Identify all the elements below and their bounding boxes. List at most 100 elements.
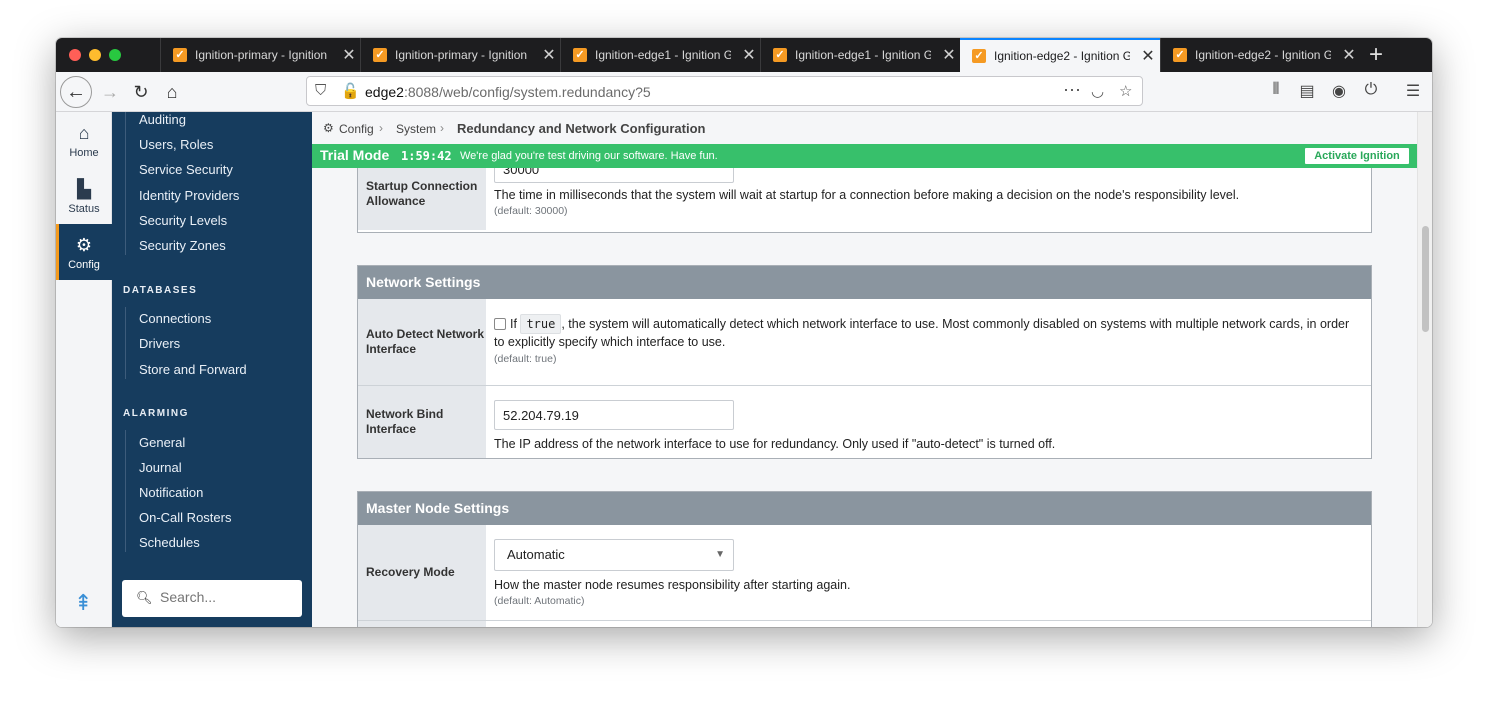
startup-row: Startup Connection Allowance The time in… — [358, 168, 1371, 230]
nav-status[interactable]: ▙ Status — [56, 168, 112, 224]
next-row — [358, 620, 1371, 627]
trial-message: We're glad you're test driving our softw… — [460, 150, 718, 162]
auto-detect-description: If true, the system will automatically d… — [494, 314, 1363, 351]
auto-detect-code: true — [520, 314, 562, 334]
tab-strip: ✓ Ignition-primary - Ignition G ✕ ✓ Igni… — [56, 38, 1432, 73]
account-icon[interactable]: ◉ — [1328, 81, 1350, 101]
close-tab-icon[interactable]: ✕ — [341, 45, 357, 65]
ignition-favicon-icon: ✓ — [573, 48, 587, 62]
network-settings-panel: Network Settings Auto Detect Network Int… — [357, 265, 1372, 459]
sidebar-item-schedules[interactable]: Schedules — [139, 535, 200, 550]
browser-tab[interactable]: ✓ Ignition-edge1 - Ignition G ✕ — [760, 38, 960, 72]
sidebar-item-connections[interactable]: Connections — [139, 311, 211, 326]
sidebar-item-users-roles[interactable]: Users, Roles — [139, 137, 213, 152]
sidebar-search[interactable]: 🔍︎ — [122, 580, 302, 617]
trial-timer: 1:59:42 — [401, 149, 452, 163]
ignition-favicon-icon: ✓ — [173, 48, 187, 62]
breadcrumb-system[interactable]: System — [396, 122, 436, 136]
recovery-mode-select[interactable]: Automatic ▼ — [494, 539, 734, 571]
close-tab-icon[interactable]: ✕ — [941, 45, 957, 65]
bind-interface-label: Network Bind Interface — [358, 386, 486, 458]
close-window-button[interactable] — [69, 49, 81, 61]
bind-interface-input[interactable] — [494, 400, 734, 430]
close-tab-icon[interactable]: ✕ — [1140, 46, 1156, 66]
minimize-window-button[interactable] — [89, 49, 101, 61]
sidebar-item-service-security[interactable]: Service Security — [139, 162, 233, 177]
tab-title: Ignition-edge1 - Ignition G — [795, 48, 931, 62]
insecure-lock-icon[interactable]: 🔓 — [341, 82, 360, 100]
startup-label: Startup Connection Allowance — [358, 168, 486, 230]
reload-button[interactable]: ↻ — [127, 78, 155, 106]
back-button[interactable]: ← — [60, 76, 92, 108]
recovery-mode-row: Recovery Mode Automatic ▼ How the master… — [358, 525, 1371, 620]
sidebar-icon[interactable]: ▤ — [1296, 81, 1318, 101]
browser-tab-active[interactable]: ✓ Ignition-edge2 - Ignition G ✕ — [960, 38, 1160, 73]
forward-button[interactable]: → — [96, 78, 124, 106]
search-icon: 🔍︎ — [136, 590, 153, 605]
nav-config[interactable]: ⚙ Config — [56, 224, 112, 280]
sidebar-item-security-levels[interactable]: Security Levels — [139, 213, 227, 228]
url-bar[interactable]: ⛉ 🔓 edge2:8088/web/config/system.redunda… — [306, 76, 1143, 106]
sidebar-rule — [125, 307, 126, 379]
sidebar-item-general[interactable]: General — [139, 435, 185, 450]
startup-default: (default: 30000) — [494, 205, 568, 217]
nav-home[interactable]: ⌂ Home — [56, 112, 112, 168]
shield-icon[interactable]: ⛉ — [315, 82, 326, 99]
sidebar-item-notification[interactable]: Notification — [139, 485, 203, 500]
network-settings-title: Network Settings — [358, 266, 1371, 299]
auto-detect-text-before: If — [510, 317, 517, 331]
ignition-favicon-icon: ✓ — [373, 48, 387, 62]
main-panel: ⚙ Config › System › Redundancy and Netwo… — [312, 112, 1417, 627]
sidebar-item-drivers[interactable]: Drivers — [139, 336, 180, 351]
sidebar-item-journal[interactable]: Journal — [139, 460, 182, 475]
recovery-mode-value: Automatic — [507, 547, 565, 562]
browser-tab[interactable]: ✓ Ignition-edge1 - Ignition G ✕ — [560, 38, 760, 72]
scrollbar-thumb[interactable] — [1422, 226, 1429, 332]
home-button[interactable]: ⌂ — [158, 78, 186, 106]
page-scrollbar[interactable] — [1417, 112, 1432, 627]
tab-title: Ignition-primary - Ignition G — [195, 48, 331, 62]
bookmark-star-icon[interactable]: ☆ — [1119, 82, 1132, 100]
web-content: ⌂ Home ▙ Status ⚙ Config Auditing Users,… — [56, 112, 1432, 627]
sidebar-item-security-zones[interactable]: Security Zones — [139, 238, 226, 253]
tab-title: Ignition-edge2 - Ignition G — [1195, 48, 1331, 62]
zoom-window-button[interactable] — [109, 49, 121, 61]
close-tab-icon[interactable]: ✕ — [741, 45, 757, 65]
master-node-title: Master Node Settings — [358, 492, 1371, 525]
browser-window: ✓ Ignition-primary - Ignition G ✕ ✓ Igni… — [56, 38, 1432, 627]
trial-mode-label: Trial Mode — [320, 147, 390, 163]
recovery-mode-default: (default: Automatic) — [494, 595, 585, 607]
pocket-icon[interactable]: ◡ — [1091, 82, 1104, 100]
sidebar-search-input[interactable] — [160, 589, 290, 605]
startup-connection-input[interactable] — [494, 168, 734, 183]
sidebar-heading-databases: DATABASES — [123, 285, 198, 296]
tab-title: Ignition-primary - Ignition G — [395, 48, 531, 62]
sidebar-item-identity-providers[interactable]: Identity Providers — [139, 188, 239, 203]
browser-tab[interactable]: ✓ Ignition-edge2 - Ignition G ✕ — [1160, 38, 1360, 72]
sidebar-item-on-call-rosters[interactable]: On-Call Rosters — [139, 510, 231, 525]
sidebar-rule — [125, 112, 126, 255]
tab-title: Ignition-edge2 - Ignition G — [994, 48, 1130, 63]
new-tab-button[interactable]: + — [1362, 41, 1390, 69]
url-text[interactable]: edge2:8088/web/config/system.redundancy?… — [365, 84, 651, 100]
library-icon[interactable]: ⫴ — [1265, 81, 1287, 99]
breadcrumb-config[interactable]: Config — [339, 122, 374, 136]
more-actions-icon[interactable]: ⋯ — [1063, 80, 1081, 101]
chevron-right-icon: › — [379, 121, 383, 135]
extension-icon[interactable]: ⏻ — [1360, 81, 1382, 99]
auto-detect-checkbox[interactable] — [494, 318, 506, 330]
close-tab-icon[interactable]: ✕ — [541, 45, 557, 65]
activate-ignition-button[interactable]: Activate Ignition — [1305, 148, 1409, 164]
menu-icon[interactable]: ☰ — [1402, 81, 1424, 101]
browser-tab[interactable]: ✓ Ignition-primary - Ignition G ✕ — [360, 38, 560, 72]
browser-tab[interactable]: ✓ Ignition-primary - Ignition G ✕ — [160, 38, 360, 72]
nav-label: Status — [68, 203, 100, 215]
bind-interface-description: The IP address of the network interface … — [494, 437, 1056, 451]
navigation-toolbar: ← → ↻ ⌂ ⛉ 🔓 edge2:8088/web/config/system… — [56, 72, 1432, 112]
sidebar-item-auditing[interactable]: Auditing — [139, 112, 186, 127]
close-tab-icon[interactable]: ✕ — [1341, 45, 1357, 65]
auto-detect-label: Auto Detect Network Interface — [358, 299, 486, 385]
sidebar-item-store-and-forward[interactable]: Store and Forward — [139, 362, 247, 377]
bind-interface-row: Network Bind Interface The IP address of… — [358, 385, 1371, 458]
scroll-to-top-icon[interactable]: ⇞ — [74, 590, 92, 616]
